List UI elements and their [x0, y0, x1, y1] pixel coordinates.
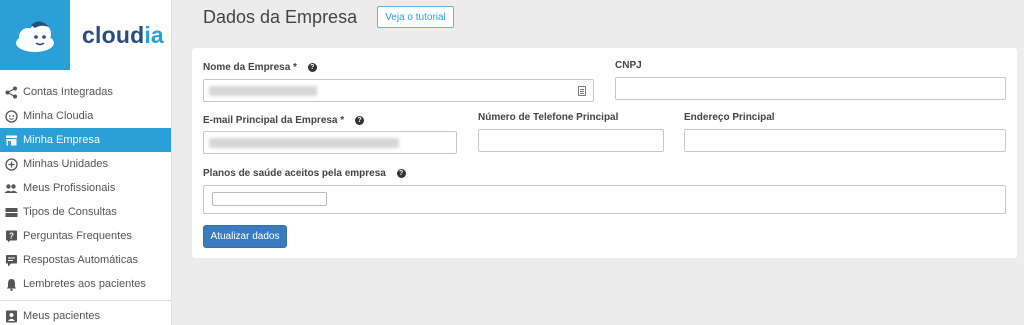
sidebar-item-perguntas-frequentes[interactable]: ? Perguntas Frequentes — [0, 224, 171, 248]
company-form-card: Nome da Empresa * ? CNPJ E-mail Principa… — [192, 48, 1017, 258]
sidebar-item-label: Tipos de Consultas — [23, 206, 117, 218]
chat-icon — [4, 253, 18, 267]
email-field[interactable] — [203, 131, 457, 154]
sidebar-item-label: Minhas Unidades — [23, 158, 108, 170]
page-title: Dados da Empresa — [203, 7, 358, 27]
health-plans-label: Planos de saúde aceitos pela empresa ? — [203, 168, 406, 179]
sidebar-item-contas-integradas[interactable]: Contas Integradas — [0, 80, 171, 104]
sidebar-item-tipos-de-consultas[interactable]: Tipos de Consultas — [0, 200, 171, 224]
list-icon — [4, 205, 18, 219]
add-circle-icon — [4, 157, 18, 171]
sidebar-item-meus-pacientes[interactable]: Meus pacientes — [0, 304, 171, 325]
health-plans-field — [203, 185, 1006, 214]
help-icon[interactable]: ? — [354, 115, 364, 125]
phone-label: Número de Telefone Principal — [478, 112, 619, 123]
phone-field[interactable] — [478, 129, 664, 152]
cnpj-field[interactable] — [615, 77, 1006, 100]
email-label: E-mail Principal da Empresa * ? — [203, 115, 364, 126]
redacted-value — [209, 138, 399, 148]
sidebar-item-label: Contas Integradas — [23, 86, 113, 98]
sidebar-item-respostas-automaticas[interactable]: Respostas Automáticas — [0, 248, 171, 272]
redacted-value — [209, 86, 317, 96]
sidebar-item-meus-profissionais[interactable]: Meus Profissionais — [0, 176, 171, 200]
help-icon[interactable]: ? — [307, 62, 317, 72]
update-data-button[interactable]: Atualizar dados — [203, 225, 287, 248]
svg-text:?: ? — [9, 231, 14, 240]
contact-icon — [4, 309, 18, 323]
sidebar-item-lembretes[interactable]: Lembretes aos pacientes — [0, 272, 171, 296]
cnpj-label: CNPJ — [615, 60, 642, 71]
brand: cloudia — [0, 0, 171, 70]
address-field[interactable] — [684, 129, 1006, 152]
sidebar-item-label: Respostas Automáticas — [23, 254, 138, 266]
cloudia-logo[interactable] — [0, 0, 70, 70]
sidebar-item-label: Perguntas Frequentes — [23, 230, 132, 242]
people-icon — [4, 181, 18, 195]
help-icon[interactable]: ? — [396, 168, 406, 178]
brand-name: cloudia — [82, 21, 164, 48]
store-icon — [4, 133, 18, 147]
question-icon: ? — [4, 229, 18, 243]
sidebar-item-label: Minha Cloudia — [23, 110, 94, 122]
address-label: Endereço Principal — [684, 112, 775, 123]
health-plans-tag-input[interactable] — [212, 192, 327, 206]
company-name-field[interactable] — [203, 79, 594, 102]
sidebar-item-minha-cloudia[interactable]: Minha Cloudia — [0, 104, 171, 128]
sidebar-menu: Contas Integradas Minha Cloudia Minha Em… — [0, 80, 171, 325]
sidebar-item-label: Meus Profissionais — [23, 182, 116, 194]
sidebar: cloudia Contas Integradas Minha Cloudia … — [0, 0, 172, 325]
sidebar-divider — [0, 300, 171, 301]
contact-card-icon[interactable] — [578, 86, 586, 96]
bell-icon — [4, 277, 18, 291]
sidebar-item-minhas-unidades[interactable]: Minhas Unidades — [0, 152, 171, 176]
sidebar-item-minha-empresa[interactable]: Minha Empresa — [0, 128, 171, 152]
company-name-label: Nome da Empresa * ? — [203, 62, 317, 73]
sidebar-item-label: Meus pacientes — [23, 310, 101, 322]
cloud-mascot-icon — [16, 21, 54, 52]
share-icon — [4, 85, 18, 99]
sidebar-item-label: Lembretes aos pacientes — [23, 278, 146, 290]
tutorial-button[interactable]: Veja o tutorial — [377, 6, 454, 28]
face-icon — [4, 109, 18, 123]
sidebar-item-label: Minha Empresa — [23, 134, 101, 146]
